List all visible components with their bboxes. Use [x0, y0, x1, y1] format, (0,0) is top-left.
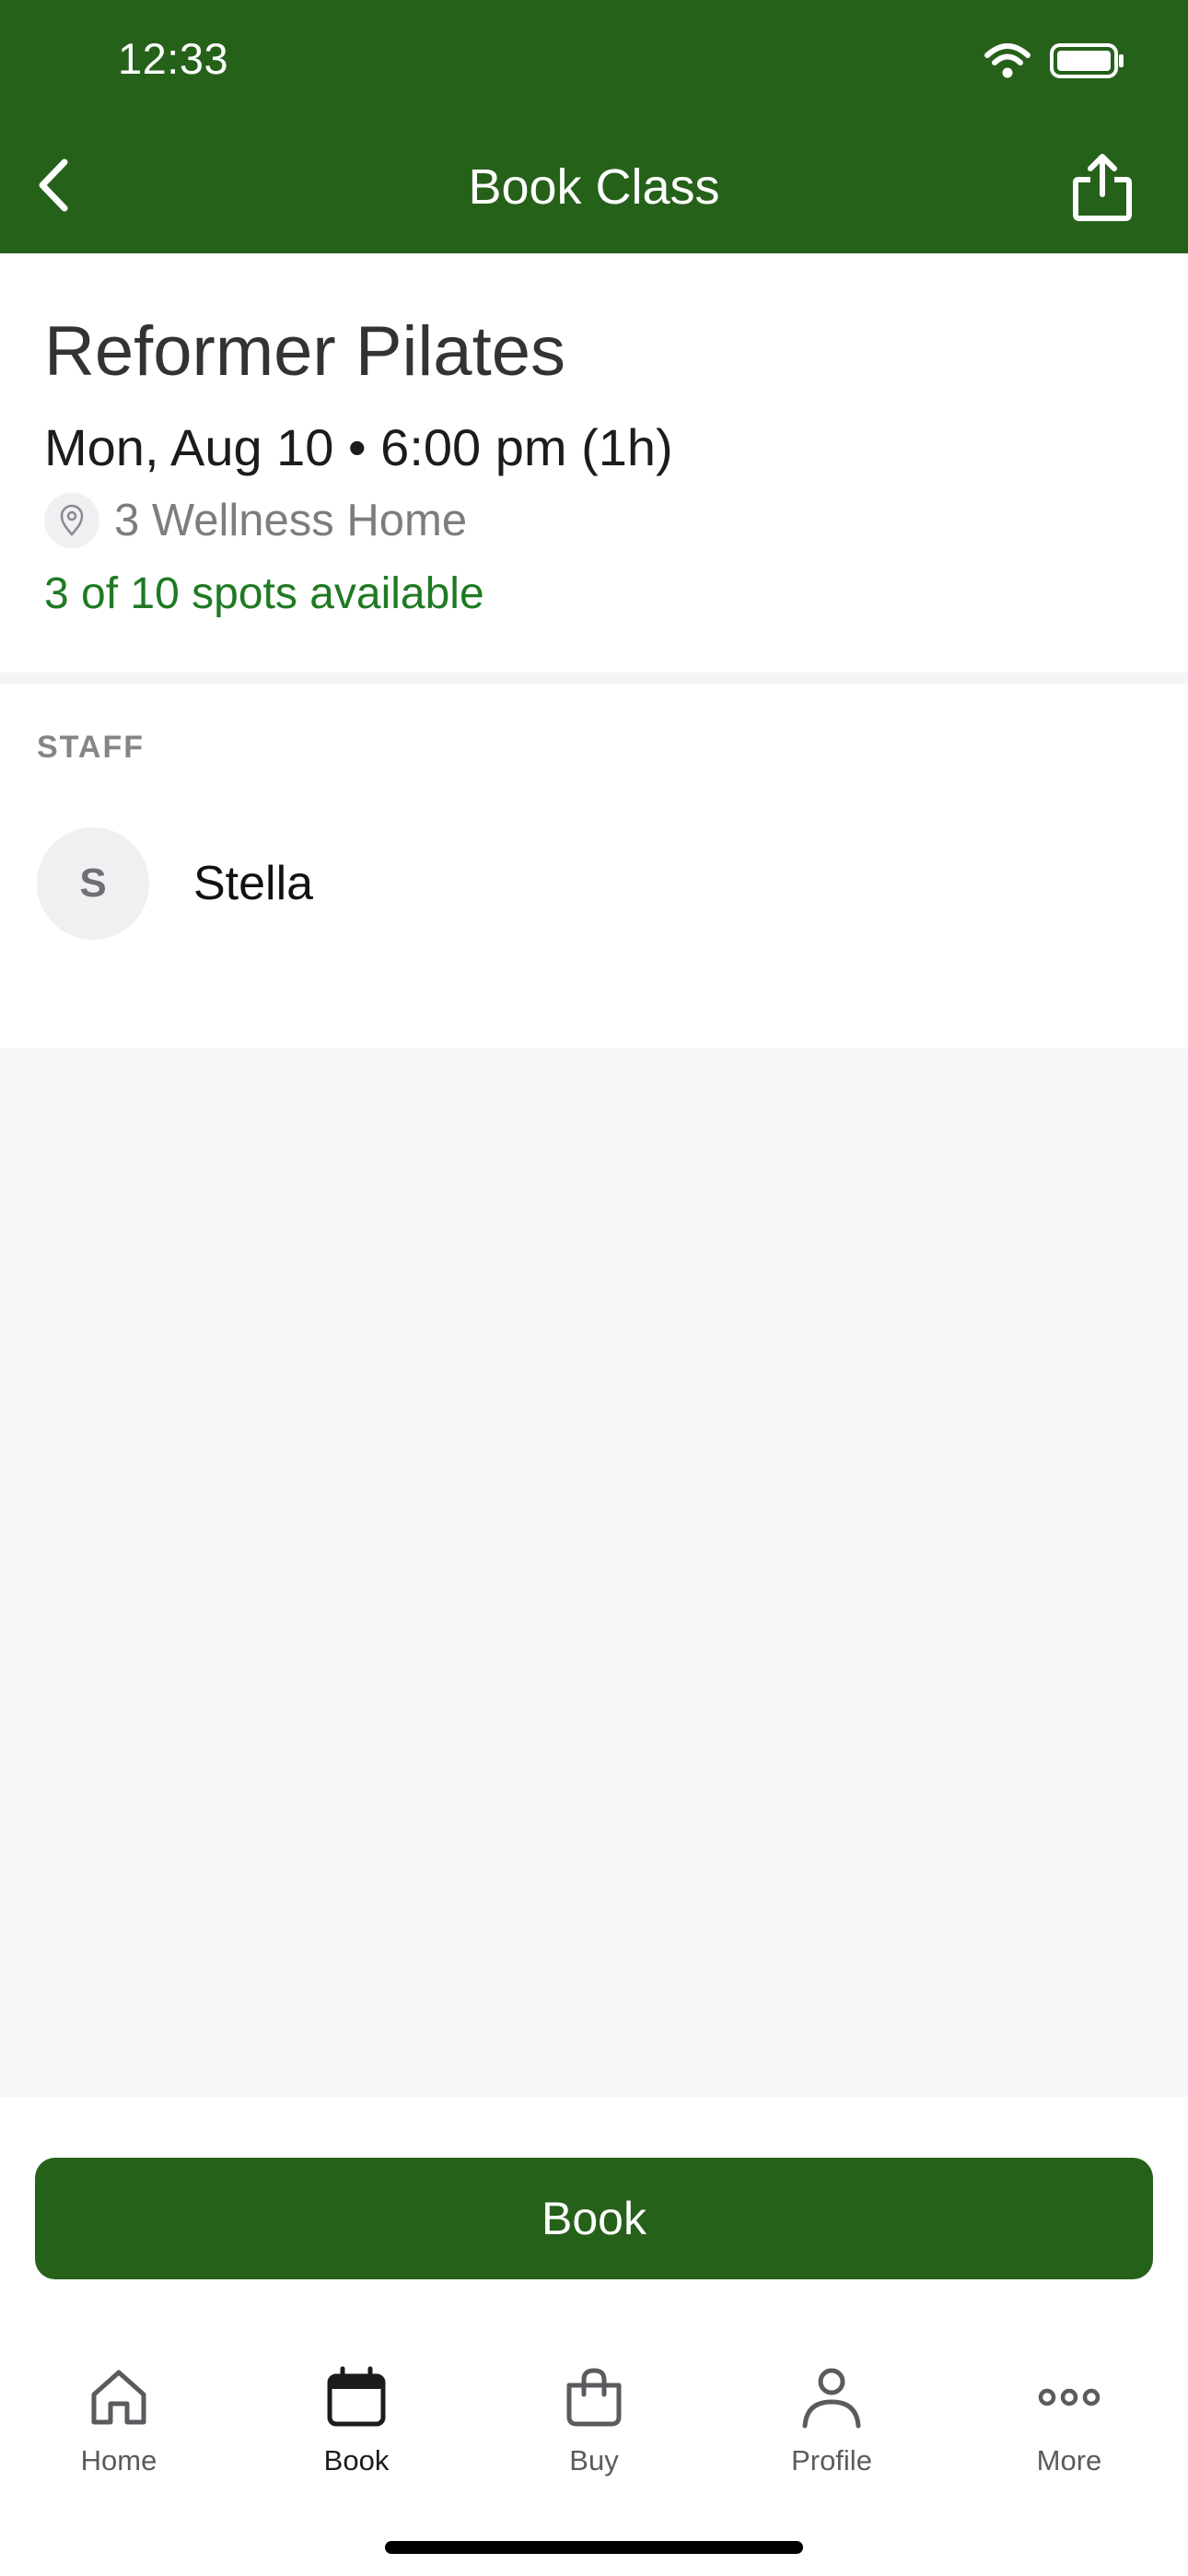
class-details: Reformer Pilates Mon, Aug 10 • 6:00 pm (…	[0, 253, 1188, 673]
page-title: Book Class	[468, 159, 720, 215]
class-datetime: Mon, Aug 10 • 6:00 pm (1h)	[44, 418, 673, 476]
tab-label: Profile	[791, 2444, 872, 2476]
tab-home[interactable]: Home	[0, 2340, 238, 2497]
home-indicator[interactable]	[385, 2541, 803, 2554]
status-time: 12:33	[118, 34, 229, 83]
avatar[interactable]: S	[37, 827, 149, 940]
staff-heading: STAFF	[37, 730, 146, 765]
staff-name[interactable]: Stella	[193, 855, 313, 912]
staff-section: STAFF S Stella	[0, 684, 1188, 1048]
book-button[interactable]: Book	[35, 2158, 1153, 2279]
app-header: 12:33 Book Class	[0, 0, 1188, 253]
tab-profile[interactable]: Profile	[713, 2340, 950, 2497]
more-icon	[1038, 2388, 1101, 2406]
tab-label: Buy	[569, 2444, 619, 2476]
tab-label: Home	[80, 2444, 157, 2476]
tab-book[interactable]: Book	[238, 2340, 475, 2497]
spots-available: 3 of 10 spots available	[44, 569, 484, 618]
wifi-icon	[984, 43, 1031, 78]
share-icon[interactable]	[1070, 152, 1135, 222]
home-icon	[91, 2370, 146, 2425]
tab-buy[interactable]: Buy	[475, 2340, 713, 2497]
calendar-icon	[327, 2366, 386, 2427]
class-title: Reformer Pilates	[44, 312, 565, 391]
tab-bar: Home Book Buy Profile More	[0, 2340, 1188, 2497]
battery-icon	[1050, 43, 1124, 78]
tab-more[interactable]: More	[950, 2340, 1188, 2497]
location-row[interactable]: 3 Wellness Home	[44, 493, 467, 548]
person-icon	[802, 2368, 861, 2429]
location-pin-icon	[44, 493, 99, 548]
section-divider	[0, 673, 1188, 684]
location-name: 3 Wellness Home	[114, 496, 468, 545]
tab-label: More	[1036, 2444, 1102, 2476]
status-icons	[984, 42, 1125, 79]
tab-label: Book	[323, 2444, 390, 2476]
shopping-bag-icon	[566, 2368, 622, 2427]
empty-content-area	[0, 1048, 1188, 2097]
